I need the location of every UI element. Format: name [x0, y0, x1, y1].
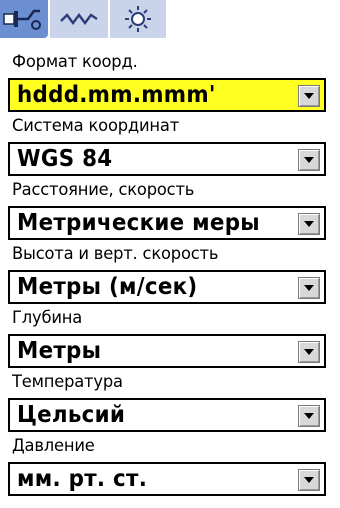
setting-row-elevation: Высота и верт. скорость Метры (м/сек)	[0, 242, 340, 307]
setting-row-datum: Система координат WGS 84	[0, 114, 340, 179]
dropdown-button[interactable]	[298, 469, 320, 491]
setting-value: Цельсий	[17, 402, 126, 428]
setting-row-temperature: Температура Цельсий	[0, 370, 340, 435]
setting-row-depth: Глубина Метры	[0, 306, 340, 371]
setting-label: Давление	[12, 436, 95, 456]
setting-label: Система координат	[12, 116, 180, 136]
chevron-down-icon	[304, 413, 314, 419]
tab-units[interactable]	[0, 0, 48, 38]
chevron-down-icon	[304, 157, 314, 163]
depth-dropdown[interactable]: Метры	[8, 334, 326, 368]
temperature-dropdown[interactable]: Цельсий	[8, 398, 326, 432]
setting-row-distance-speed: Расстояние, скорость Метрические меры	[0, 178, 340, 243]
elevation-dropdown[interactable]: Метры (м/сек)	[8, 270, 326, 304]
setting-value: Метрические меры	[17, 210, 260, 236]
coordinate-format-dropdown[interactable]: hddd.mm.mmm'	[8, 78, 326, 112]
sun-icon	[125, 6, 151, 32]
setting-value: WGS 84	[17, 146, 113, 172]
dropdown-button[interactable]	[298, 149, 320, 171]
setting-label: Высота и верт. скорость	[12, 244, 219, 264]
setting-label: Глубина	[12, 308, 83, 328]
setting-value: Метры	[17, 338, 102, 364]
setting-label: Формат коорд.	[12, 52, 138, 72]
tab-signal[interactable]	[50, 0, 108, 38]
units-settings-screen: Формат коорд. hddd.mm.mmm' Система коорд…	[0, 0, 340, 508]
setting-value: Метры (м/сек)	[17, 274, 198, 300]
chevron-down-icon	[304, 349, 314, 355]
setting-row-pressure: Давление мм. рт. ст.	[0, 434, 340, 499]
chevron-down-icon	[304, 221, 314, 227]
setting-label: Расстояние, скорость	[12, 180, 195, 200]
setting-label: Температура	[12, 372, 123, 392]
chevron-down-icon	[304, 93, 314, 99]
pressure-dropdown[interactable]: мм. рт. ст.	[8, 462, 326, 496]
chevron-down-icon	[304, 285, 314, 291]
tractor-icon	[3, 9, 41, 30]
dropdown-button[interactable]	[298, 405, 320, 427]
setting-value: мм. рт. ст.	[17, 466, 148, 492]
chevron-down-icon	[304, 477, 314, 483]
datum-dropdown[interactable]: WGS 84	[8, 142, 326, 176]
tab-display[interactable]	[110, 0, 166, 38]
distance-speed-dropdown[interactable]: Метрические меры	[8, 206, 326, 240]
tab-bar	[0, 0, 340, 50]
setting-value: hddd.mm.mmm'	[17, 82, 216, 108]
setting-row-coordinate-format: Формат коорд. hddd.mm.mmm'	[0, 50, 340, 115]
dropdown-button[interactable]	[298, 277, 320, 299]
signal-wave-icon	[60, 13, 98, 25]
dropdown-button[interactable]	[298, 85, 320, 107]
settings-list: Формат коорд. hddd.mm.mmm' Система коорд…	[0, 50, 340, 508]
dropdown-button[interactable]	[298, 341, 320, 363]
dropdown-button[interactable]	[298, 213, 320, 235]
